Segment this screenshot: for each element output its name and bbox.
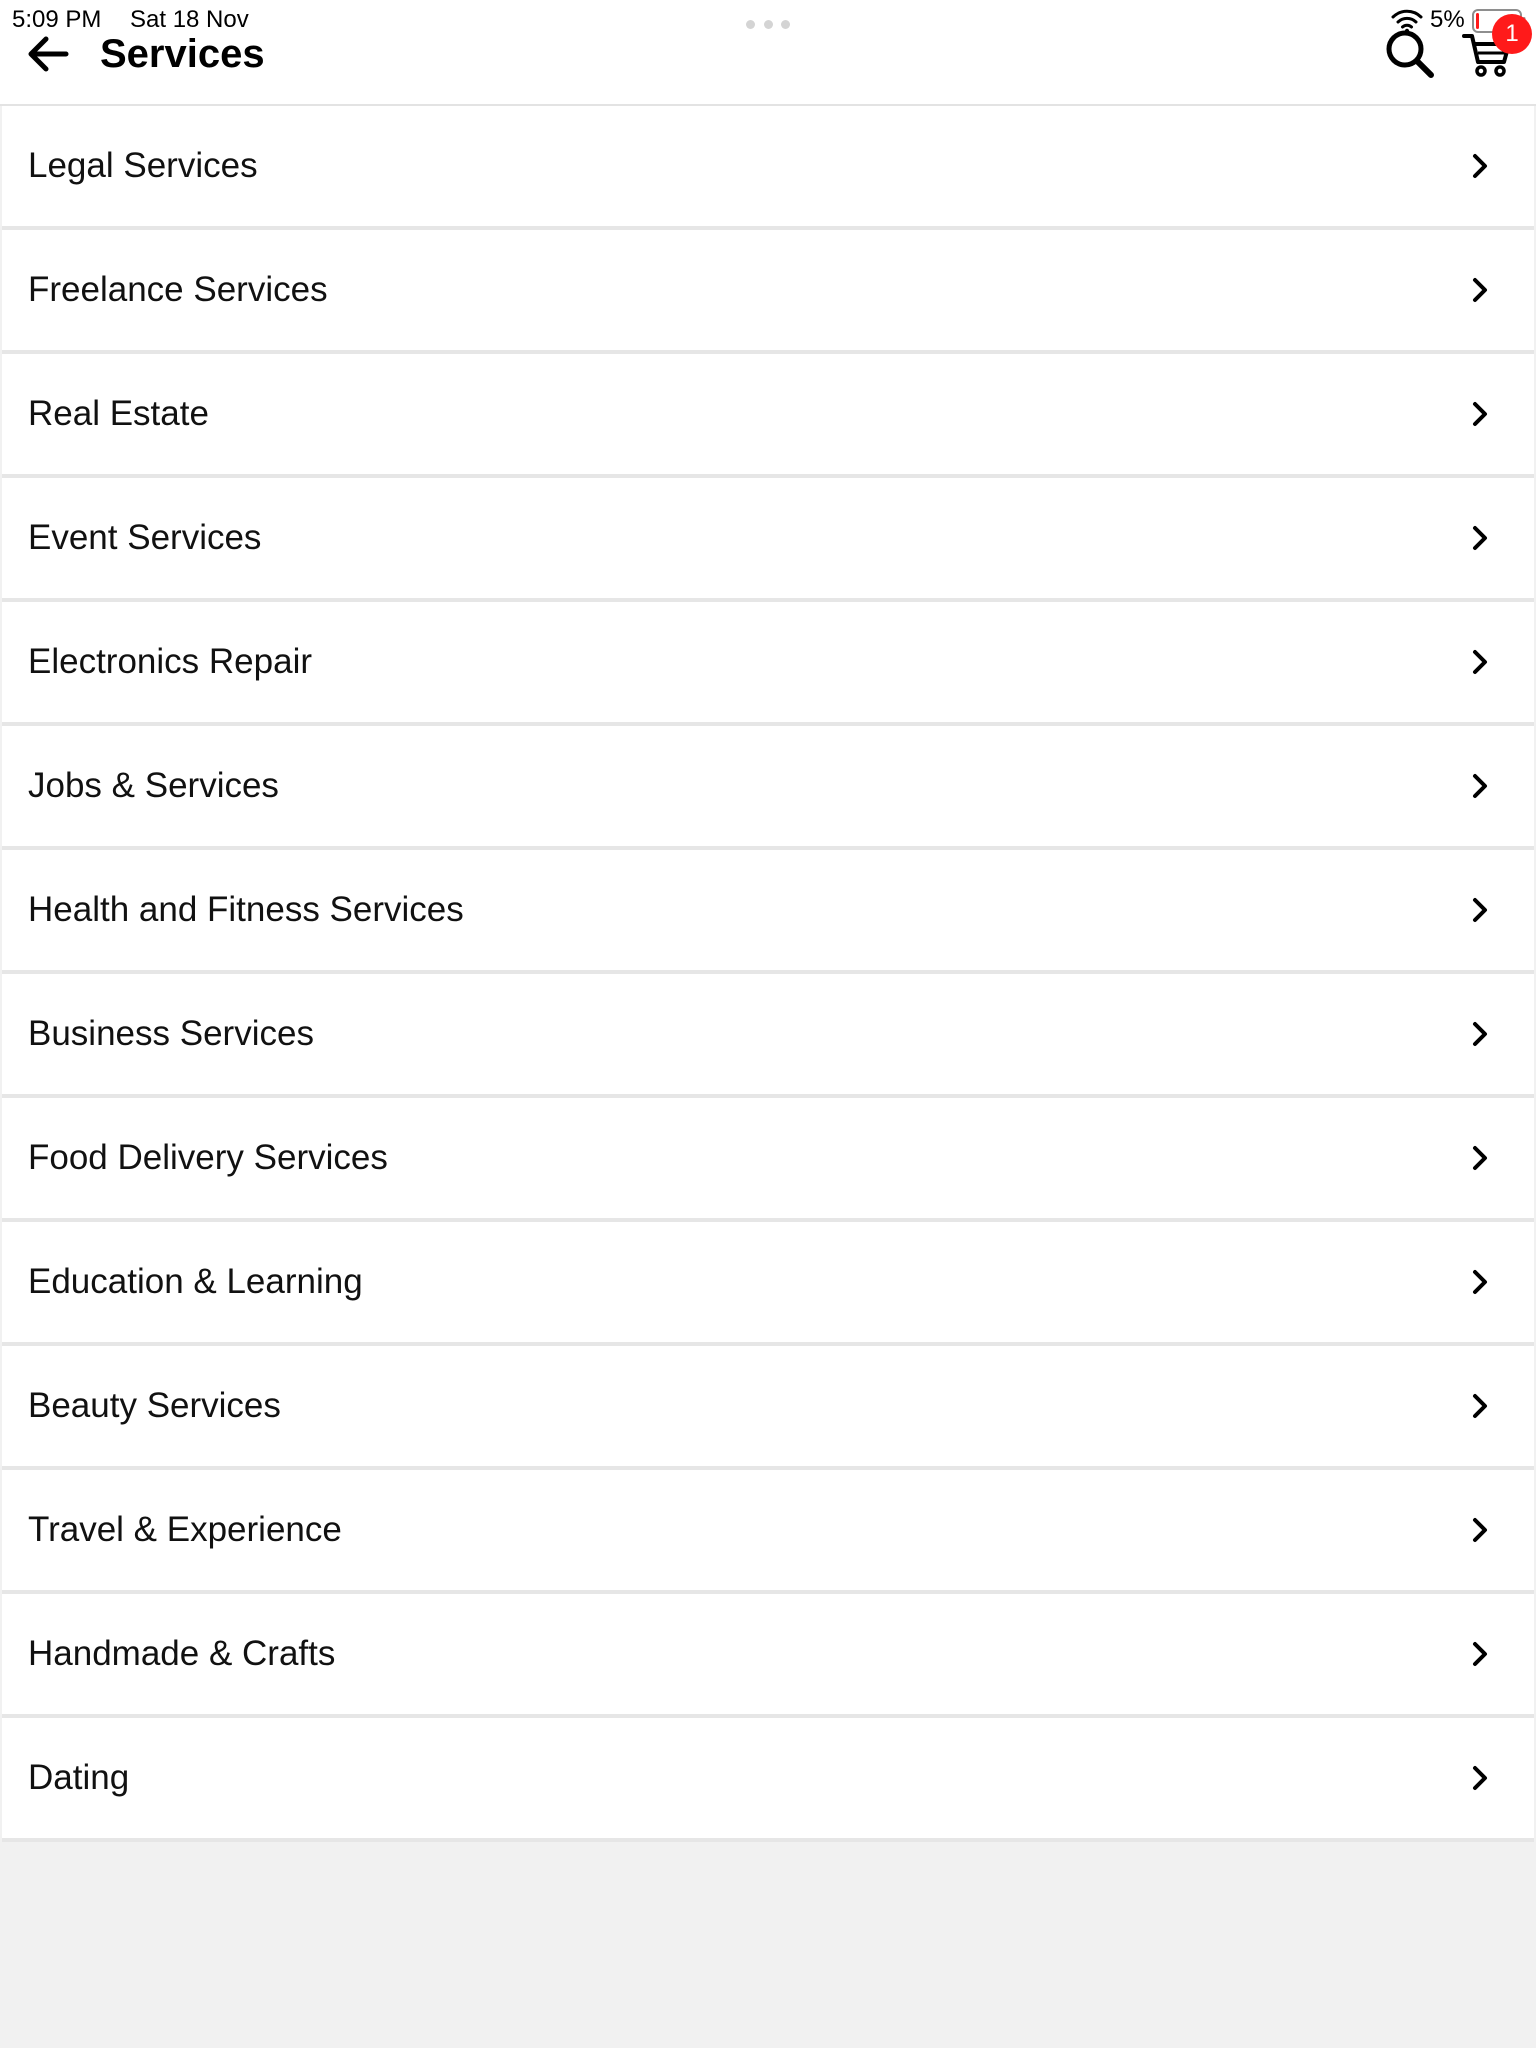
chevron-right-icon [1468,646,1492,678]
service-item-label: Freelance Services [28,270,328,309]
chevron-right-icon [1468,1142,1492,1174]
service-item-label: Jobs & Services [28,766,279,805]
chevron-right-icon [1468,770,1492,802]
chevron-right-icon [1468,894,1492,926]
cart-button[interactable]: 1 [1458,14,1532,82]
service-item-freelance-services[interactable]: Freelance Services [2,230,1534,354]
service-item-real-estate[interactable]: Real Estate [2,354,1534,478]
service-item-label: Health and Fitness Services [28,890,464,929]
service-item-legal-services[interactable]: Legal Services [2,106,1534,230]
service-item-label: Handmade & Crafts [28,1634,336,1673]
service-item-food-delivery-services[interactable]: Food Delivery Services [2,1098,1534,1222]
search-button[interactable] [1382,26,1438,82]
service-item-travel-and-experience[interactable]: Travel & Experience [2,1470,1534,1594]
service-item-health-and-fitness-services[interactable]: Health and Fitness Services [2,850,1534,974]
cart-count-badge: 1 [1492,14,1532,54]
arrow-left-icon [28,36,69,72]
service-item-label: Electronics Repair [28,642,312,681]
chevron-right-icon [1468,1018,1492,1050]
app-header: 5:09 PM Sat 18 Nov 5% Services 1 [0,0,1536,106]
service-item-jobs-and-services[interactable]: Jobs & Services [2,726,1534,850]
service-item-label: Business Services [28,1014,314,1053]
service-item-electronics-repair[interactable]: Electronics Repair [2,602,1534,726]
services-list: Legal Services Freelance Services Real Est… [0,106,1536,1842]
chevron-right-icon [1468,398,1492,430]
service-item-label: Event Services [28,518,262,557]
service-item-label: Real Estate [28,394,209,433]
chevron-right-icon [1468,150,1492,182]
chevron-right-icon [1468,1514,1492,1546]
chevron-right-icon [1468,1266,1492,1298]
service-item-label: Travel & Experience [28,1510,342,1549]
page-title: Services [100,32,265,76]
service-item-handmade-and-crafts[interactable]: Handmade & Crafts [2,1594,1534,1718]
service-item-label: Legal Services [28,146,258,185]
chevron-right-icon [1468,522,1492,554]
multitasking-dots-icon[interactable] [746,20,790,30]
chevron-right-icon [1468,1638,1492,1670]
chevron-right-icon [1468,274,1492,306]
service-item-dating[interactable]: Dating [2,1718,1534,1842]
chevron-right-icon [1468,1390,1492,1422]
back-button[interactable] [22,30,74,78]
service-item-label: Dating [28,1758,130,1797]
service-item-label: Food Delivery Services [28,1138,388,1177]
service-item-event-services[interactable]: Event Services [2,478,1534,602]
chevron-right-icon [1468,1762,1492,1794]
service-item-label: Education & Learning [28,1262,363,1301]
service-item-education-and-learning[interactable]: Education & Learning [2,1222,1534,1346]
service-item-business-services[interactable]: Business Services [2,974,1534,1098]
service-item-beauty-services[interactable]: Beauty Services [2,1346,1534,1470]
service-item-label: Beauty Services [28,1386,281,1425]
search-icon [1386,30,1434,78]
